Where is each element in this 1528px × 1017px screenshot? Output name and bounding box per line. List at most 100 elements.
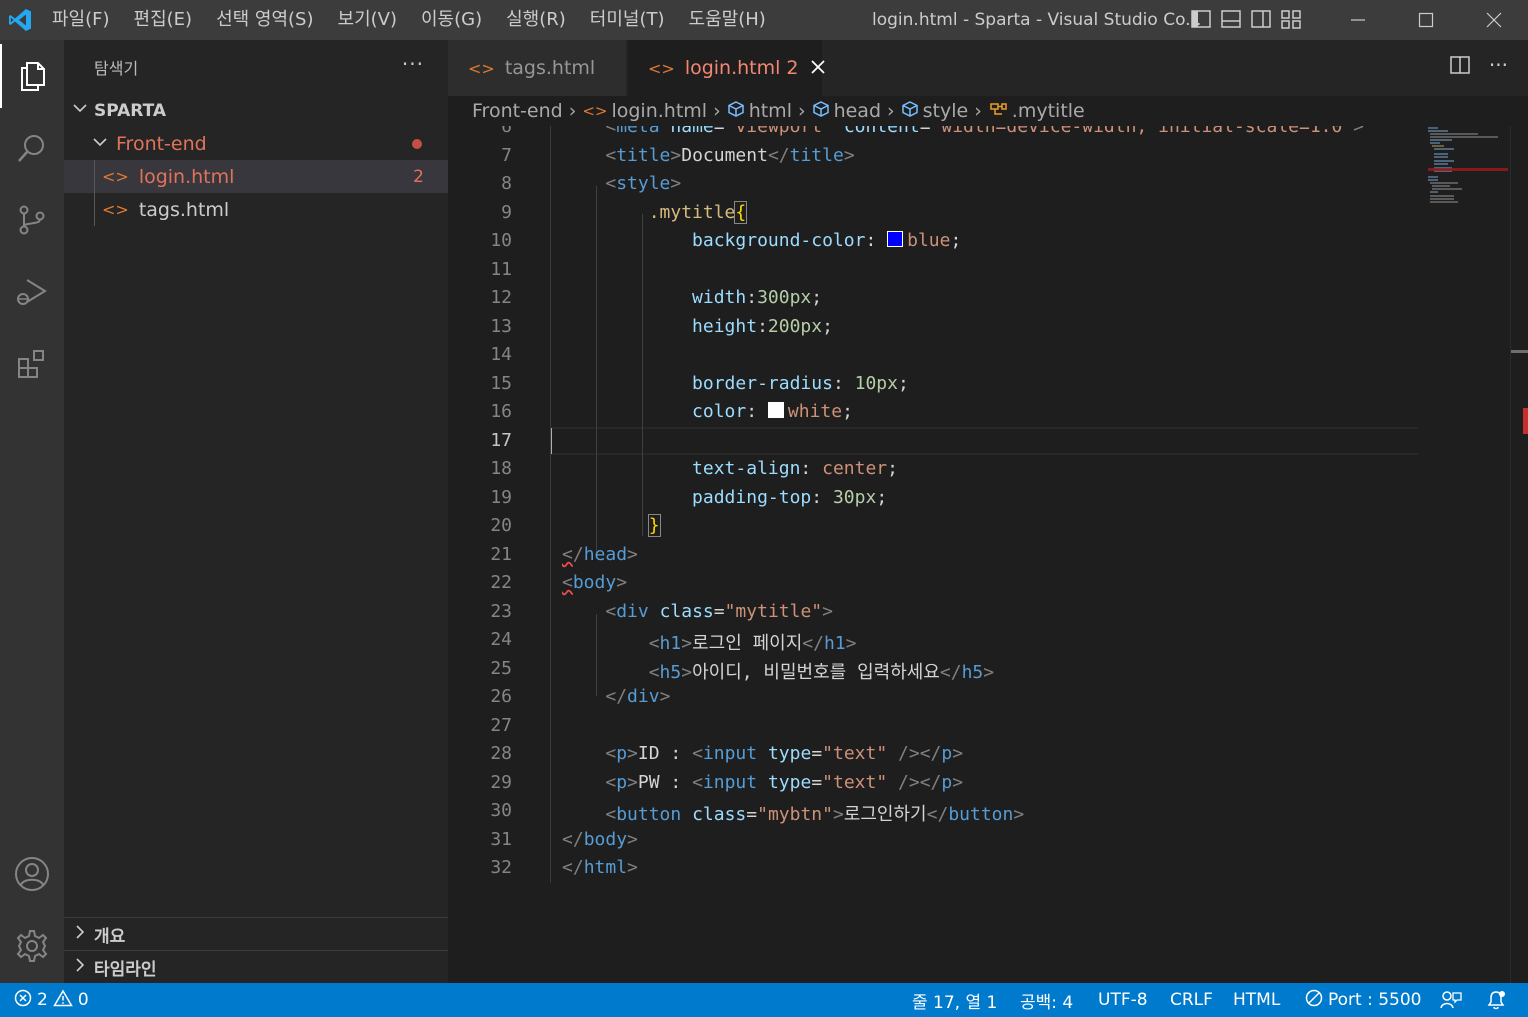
indentation-setting[interactable]: 공백: 4 — [1020, 983, 1073, 1017]
minimap[interactable] — [1418, 126, 1510, 983]
workspace-root-label: SPARTA — [94, 100, 167, 121]
code-editor[interactable]: 6 7 8 9 10 11 12 13 14 15 16 17 18 19 20… — [448, 126, 1418, 983]
code-line: text-align: center; — [692, 458, 898, 479]
close-tab-icon[interactable] — [810, 57, 825, 79]
activity-bar — [0, 40, 64, 983]
html-file-icon: <> — [102, 200, 129, 219]
workspace-root[interactable]: SPARTA — [64, 94, 448, 127]
chevron-right-icon — [72, 924, 88, 945]
title-bar: 파일(F) 편집(E) 선택 영역(S) 보기(V) 이동(G) 실행(R) 터… — [0, 0, 1528, 40]
outline-section[interactable]: 개요 — [64, 917, 448, 951]
chevron-right-icon: › — [887, 100, 895, 122]
close-window-icon[interactable] — [1460, 0, 1528, 40]
editor-actions: ··· — [1449, 54, 1508, 81]
code-line: <h1>로그인 페이지</h1> — [648, 633, 857, 654]
chevron-right-icon: › — [797, 100, 806, 122]
minimize-icon[interactable] — [1324, 0, 1392, 40]
menu-terminal[interactable]: 터미널(T) — [578, 0, 677, 40]
line-number: 14 — [490, 344, 512, 365]
timeline-section[interactable]: 타임라인 — [64, 950, 448, 984]
status-bar: 2 0 줄 17, 열 1 공백: 4 UTF-8 CRLF HTML Port… — [0, 983, 1528, 1017]
menu-help[interactable]: 도움말(H) — [677, 0, 778, 40]
code-line: } — [647, 514, 661, 537]
menu-go[interactable]: 이동(G) — [409, 0, 494, 40]
line-number: 10 — [490, 230, 512, 251]
file-login-html[interactable]: <> login.html 2 — [64, 160, 448, 226]
breadcrumb-html[interactable]: html — [727, 100, 792, 123]
chevron-down-icon — [72, 100, 88, 121]
problems-indicator[interactable]: 2 0 — [14, 983, 89, 1017]
code-line: <p>PW : <input type="text" /></p> — [605, 772, 964, 793]
line-number: 26 — [490, 686, 512, 707]
code-line: padding-top: 30px; — [692, 487, 888, 508]
outline-label: 개요 — [94, 927, 126, 947]
line-number: 17 — [490, 430, 512, 451]
menu-file[interactable]: 파일(F) — [40, 0, 122, 40]
breadcrumb-label: html — [748, 100, 792, 122]
menu-run[interactable]: 실행(R) — [494, 0, 578, 40]
language-mode[interactable]: HTML — [1233, 983, 1280, 1017]
line-number: 20 — [490, 515, 512, 536]
file-tags-html[interactable]: <> tags.html — [64, 193, 448, 226]
window-title: login.html - Sparta - Visual Studio Co..… — [872, 10, 1202, 30]
line-number: 16 — [490, 401, 512, 422]
modified-dot-icon — [412, 138, 422, 149]
tab-login-html[interactable]: <> login.html 2 — [628, 40, 825, 96]
live-server-port[interactable]: Port : 5500 — [1305, 983, 1422, 1017]
code-line: color: white; — [692, 401, 853, 422]
line-number: 30 — [490, 800, 512, 821]
encoding-setting[interactable]: UTF-8 — [1098, 983, 1148, 1017]
breadcrumb-head[interactable]: head — [812, 100, 881, 123]
warning-icon — [53, 989, 73, 1012]
breadcrumb-label: .mytitle — [1011, 100, 1085, 122]
code-line: </head> — [562, 544, 638, 565]
cursor-position[interactable]: 줄 17, 열 1 — [912, 983, 997, 1017]
run-debug-icon[interactable] — [0, 260, 64, 324]
editor-scrollbar[interactable] — [1510, 126, 1528, 983]
code-line: <body> — [562, 572, 628, 593]
maximize-icon[interactable] — [1392, 0, 1460, 40]
customize-layout-icon[interactable] — [1280, 8, 1302, 30]
sidebar-header: 탐색기 ··· — [64, 40, 448, 94]
split-editor-icon[interactable] — [1449, 54, 1471, 81]
toggle-secondary-sidebar-icon[interactable] — [1250, 8, 1272, 30]
feedback-icon[interactable] — [1440, 983, 1462, 1017]
line-number: 25 — [490, 658, 512, 679]
toggle-primary-sidebar-icon[interactable] — [1190, 8, 1212, 30]
breadcrumb-selector[interactable]: .mytitle — [988, 100, 1085, 123]
accounts-icon[interactable] — [0, 842, 64, 906]
source-control-icon[interactable] — [0, 188, 64, 252]
breadcrumb-file[interactable]: <> login.html — [582, 100, 707, 122]
tab-tags-html[interactable]: <> tags.html — [448, 40, 626, 96]
notifications-bell-icon[interactable] — [1486, 983, 1506, 1017]
line-number: 22 — [490, 572, 512, 593]
menu-edit[interactable]: 편집(E) — [122, 0, 205, 40]
menu-bar: 파일(F) 편집(E) 선택 영역(S) 보기(V) 이동(G) 실행(R) 터… — [40, 0, 778, 40]
line-number: 18 — [490, 458, 512, 479]
toggle-panel-icon[interactable] — [1220, 8, 1242, 30]
html-file-icon: <> — [102, 167, 129, 186]
line-number: 28 — [490, 743, 512, 764]
folder-front-end[interactable]: Front-end — [64, 127, 448, 160]
breadcrumb-style[interactable]: style — [901, 100, 968, 123]
breadcrumb-label: head — [833, 100, 882, 122]
code-line: .mytitle{ — [648, 201, 748, 224]
menu-view[interactable]: 보기(V) — [326, 0, 409, 40]
search-icon[interactable] — [0, 116, 64, 180]
more-actions-icon[interactable]: ··· — [402, 52, 424, 76]
color-swatch-icon — [767, 402, 784, 418]
eol-setting[interactable]: CRLF — [1170, 983, 1213, 1017]
code-line: <title>Document</title> — [605, 145, 855, 166]
line-number: 32 — [490, 857, 512, 878]
html-file-icon: <> — [582, 102, 608, 120]
breadcrumb-folder[interactable]: Front-end — [472, 100, 563, 122]
breadcrumb: Front-end › <> login.html › html › head ›… — [448, 96, 1418, 126]
line-number: 24 — [490, 629, 512, 650]
code-line: width:300px; — [692, 287, 823, 308]
extensions-icon[interactable] — [0, 332, 64, 396]
explorer-icon[interactable] — [0, 44, 64, 108]
settings-gear-icon[interactable] — [0, 914, 64, 978]
more-actions-icon[interactable]: ··· — [1489, 54, 1508, 81]
line-number: 29 — [490, 772, 512, 793]
menu-selection[interactable]: 선택 영역(S) — [204, 0, 325, 40]
